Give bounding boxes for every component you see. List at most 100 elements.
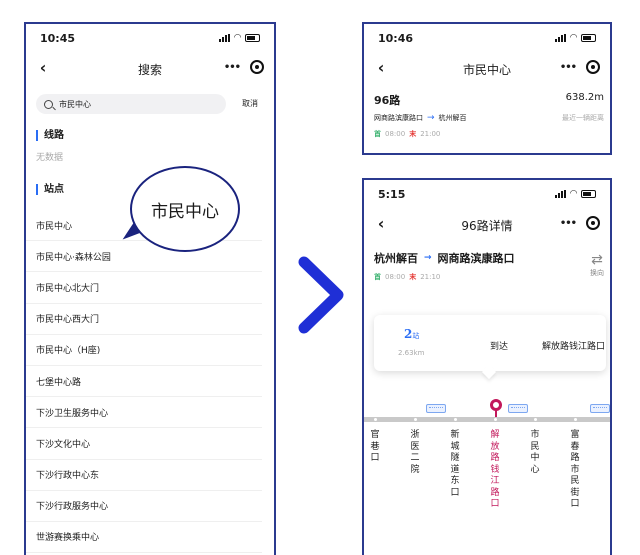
target-icon[interactable]: [586, 60, 600, 74]
arrow-right-icon: →: [427, 113, 435, 123]
search-icon: [44, 99, 53, 109]
track-dot: [574, 418, 577, 421]
nav-bar: ‹ 96路详情 •••: [364, 210, 610, 240]
status-icons: ◠: [555, 189, 596, 199]
route-track: [364, 417, 610, 422]
first-bus-time: 08:00: [385, 130, 406, 138]
route-direction: 网商路滨康路口 → 杭州解百: [374, 113, 467, 123]
wifi-icon: ◠: [234, 33, 241, 43]
callout-bubble: 市民中心: [130, 166, 240, 252]
status-icons: ◠: [219, 33, 260, 43]
service-hours: 首 08:00 末 21:10: [374, 272, 440, 282]
page-title: 96路详情: [461, 218, 513, 233]
station-label-current[interactable]: 解放路钱江路口: [490, 430, 500, 511]
arrival-card[interactable]: 2站 2.63km 到达 解放路钱江路口: [374, 315, 606, 371]
stations-unit: 站: [412, 332, 420, 340]
signal-icon: [555, 34, 567, 42]
target-icon[interactable]: [586, 216, 600, 230]
result-screen: 10:46 ◠ ‹ 市民中心 ••• 96路 638.2m 网商路滨康路口 → …: [362, 22, 612, 155]
route-distance: 638.2m: [565, 92, 604, 103]
service-hours: 首 08:00 末 21:00: [374, 129, 440, 139]
back-icon[interactable]: ‹: [372, 214, 390, 233]
nav-bar: ‹ 搜索 •••: [26, 54, 274, 84]
more-icon[interactable]: •••: [560, 62, 577, 73]
battery-icon: [245, 34, 260, 42]
swap-label: 换向: [590, 269, 604, 277]
page-title: 搜索: [137, 62, 162, 77]
arrive-label: 到达: [490, 342, 509, 352]
last-bus-tag: 末: [409, 273, 417, 281]
first-bus-time: 08:00: [385, 273, 406, 281]
search-input[interactable]: 市民中心: [36, 94, 226, 114]
direction-from: 杭州解百: [374, 252, 418, 265]
nav-bar: ‹ 市民中心 •••: [364, 54, 610, 84]
list-item[interactable]: 市民中心北大门: [26, 272, 262, 304]
last-bus-tag: 末: [409, 130, 417, 138]
status-time: 10:45: [40, 31, 76, 45]
more-icon[interactable]: •••: [560, 218, 577, 229]
routes-empty-text: 无数据: [36, 153, 64, 163]
list-item[interactable]: 市民中心西大门: [26, 304, 262, 335]
wifi-icon: ◠: [570, 189, 577, 199]
cancel-button[interactable]: 取消: [242, 98, 258, 109]
status-bar: 10:46 ◠: [364, 24, 610, 52]
bus-icon: [508, 404, 528, 413]
route-name[interactable]: 96路: [374, 92, 400, 108]
stations-away: 2站: [404, 327, 419, 341]
page-title: 市民中心: [462, 62, 511, 77]
nearest-bus-hint: 最近一辆距离: [562, 114, 604, 122]
arrow-right-icon: →: [424, 253, 432, 263]
list-item[interactable]: 世游赛换乘中心: [26, 522, 262, 554]
first-bus-tag: 首: [374, 130, 381, 138]
signal-icon: [219, 34, 231, 42]
direction-to: 网商路滨康路口: [437, 252, 515, 265]
chevron-right-icon: [298, 256, 344, 334]
battery-icon: [581, 190, 596, 198]
signal-icon: [555, 190, 567, 198]
bus-icon: [426, 404, 446, 413]
routes-section-title: 线路: [36, 130, 64, 141]
station-label[interactable]: 新城隧道东口: [450, 430, 460, 499]
station-label[interactable]: 富春路市民街口: [570, 430, 580, 511]
search-screen: 10:45 ◠ ‹ 搜索 ••• 市民中心 取消 线路 无数据 站点 市民中心 …: [24, 22, 276, 555]
status-time: 10:46: [378, 31, 414, 45]
route-to: 杭州解百: [438, 114, 467, 122]
battery-icon: [581, 34, 596, 42]
status-bar: 10:45 ◠: [26, 24, 274, 52]
list-item[interactable]: 下沙行政服务中心: [26, 491, 262, 522]
list-item[interactable]: 下沙卫生服务中心: [26, 397, 262, 429]
track-dot: [454, 418, 457, 421]
swap-direction-button[interactable]: ⇄ 换向: [590, 252, 604, 278]
stop-list: 市民中心 市民中心·森林公园 市民中心北大门 市民中心西大门 市民中心（H座) …: [26, 210, 274, 554]
track-dot: [374, 418, 377, 421]
list-item[interactable]: 下沙文化中心: [26, 428, 262, 460]
arrival-distance: 2.63km: [398, 349, 425, 357]
target-station: 解放路钱江路口: [542, 342, 606, 352]
status-icons: ◠: [555, 33, 596, 43]
direction-title: 杭州解百 → 网商路滨康路口: [374, 250, 515, 266]
list-item[interactable]: 市民中心·森林公园: [26, 241, 262, 273]
station-label[interactable]: 浙医二院: [410, 430, 420, 476]
bus-icon: [590, 404, 610, 413]
stops-section-title: 站点: [36, 184, 64, 195]
track-dot: [534, 418, 537, 421]
back-icon[interactable]: ‹: [372, 58, 390, 77]
last-bus-time: 21:10: [420, 273, 441, 281]
first-bus-tag: 首: [374, 273, 381, 281]
list-item[interactable]: 七堡中心路: [26, 366, 262, 398]
list-item[interactable]: 市民中心（H座): [26, 335, 262, 366]
route-detail-screen: 5:15 ◠ ‹ 96路详情 ••• 杭州解百 → 网商路滨康路口 ⇄ 换向 首…: [362, 178, 612, 555]
route-from: 网商路滨康路口: [374, 114, 423, 122]
status-bar: 5:15 ◠: [364, 180, 610, 208]
station-label[interactable]: 市民中心: [530, 430, 540, 476]
list-item[interactable]: 下沙行政中心东: [26, 460, 262, 491]
target-icon[interactable]: [250, 60, 264, 74]
station-label[interactable]: 官巷口: [370, 430, 380, 465]
swap-icon: ⇄: [591, 252, 603, 268]
search-value: 市民中心: [59, 99, 91, 109]
track-dot: [414, 418, 417, 421]
track-dot: [494, 418, 497, 421]
more-icon[interactable]: •••: [224, 62, 241, 73]
wifi-icon: ◠: [570, 33, 577, 43]
back-icon[interactable]: ‹: [34, 58, 52, 77]
